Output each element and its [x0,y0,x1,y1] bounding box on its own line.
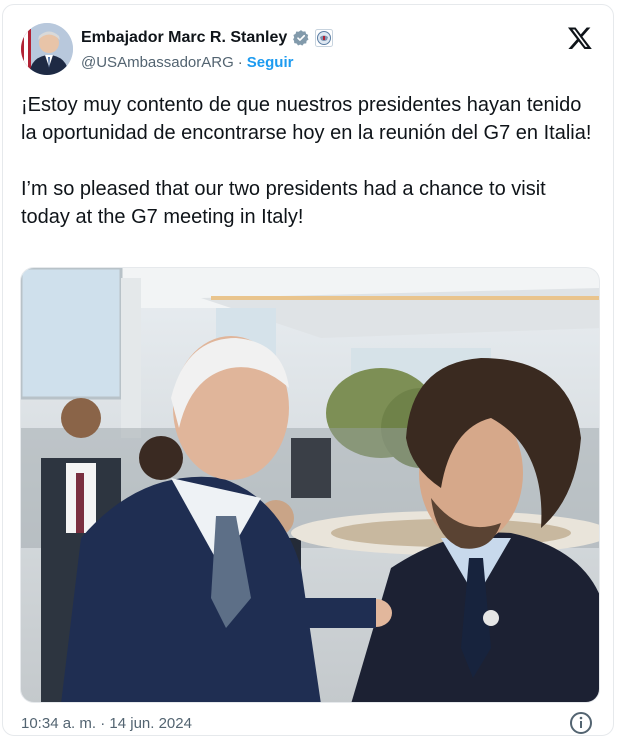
info-icon[interactable] [569,711,593,735]
tweet-card: Embajador Marc R. Stanley @USAmbassadorA… [2,4,614,736]
author-handle[interactable]: @USAmbassadorARG [81,54,234,71]
tweet-timestamp[interactable]: 10:34 a. m. · 14 jun. 2024 [21,715,192,732]
tweet-text-en: I’m so pleased that our two presidents h… [21,178,546,228]
verified-badge-icon[interactable] [292,29,310,47]
x-logo-icon[interactable] [567,25,593,51]
timestamp-separator: · [100,715,106,732]
handle-separator: · [237,54,243,71]
tweet-text-es: ¡Estoy muy contento de que nuestros pres… [21,94,592,144]
tweet-text: ¡Estoy muy contento de que nuestros pres… [21,91,596,231]
author-name-row: Embajador Marc R. Stanley [81,27,334,49]
tweet-date: 14 jun. 2024 [109,715,192,732]
tweet-photo[interactable] [20,267,600,703]
us-seal-icon [315,29,334,47]
follow-button[interactable]: Seguir [247,54,294,71]
tweet-time: 10:34 a. m. [21,715,97,732]
author-avatar[interactable] [21,23,73,75]
author-handle-row: @USAmbassadorARG · Seguir [81,54,293,71]
author-display-name[interactable]: Embajador Marc R. Stanley [81,29,287,47]
